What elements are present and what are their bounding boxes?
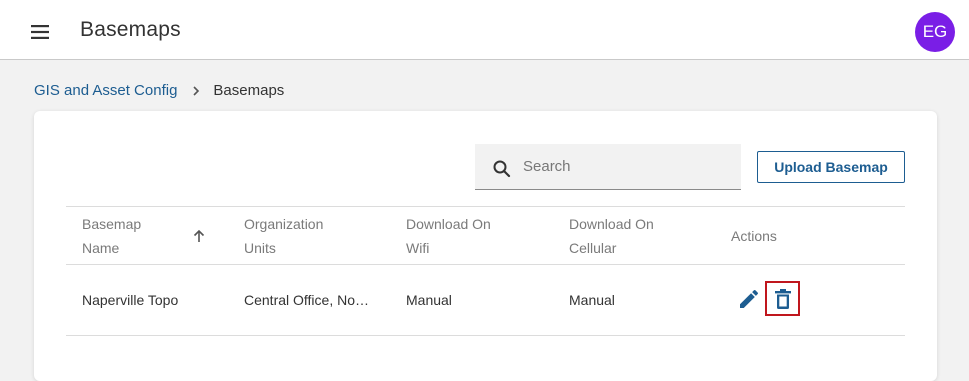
search-icon [493, 160, 511, 177]
column-header-label-line1: Download On [569, 216, 654, 232]
app-bar: Basemaps EG [0, 0, 969, 60]
column-header-basemap-name[interactable]: Basemap Name [82, 207, 205, 265]
basemaps-table: Basemap Name Organization Units Download… [66, 206, 905, 336]
column-header-label-line2: Units [244, 240, 276, 256]
cell-download-wifi: Manual [406, 292, 452, 308]
table-header: Basemap Name Organization Units Download… [66, 206, 905, 265]
cell-basemap-name: Naperville Topo [82, 292, 179, 308]
column-header-label-line1: Download On [406, 216, 491, 232]
column-header-download-cellular: Download On Cellular [569, 207, 689, 265]
column-header-label-line2: Cellular [569, 240, 617, 256]
arrow-up-icon[interactable] [192, 229, 206, 243]
cell-organization-units: Central Office, No… [244, 292, 370, 308]
pencil-icon [740, 289, 759, 308]
breadcrumb: GIS and Asset Config Basemaps [34, 82, 284, 99]
page-title: Basemaps [80, 18, 181, 41]
trash-icon [774, 288, 791, 309]
user-avatar[interactable]: EG [915, 12, 955, 52]
column-header-label-line2: Name [82, 240, 120, 256]
hamburger-menu-button[interactable] [28, 20, 52, 44]
basemaps-card: Upload Basemap Basemap Name Organization… [34, 111, 937, 381]
delete-basemap-button[interactable] [765, 281, 800, 316]
column-header-actions: Actions [731, 207, 851, 265]
hamburger-menu-icon [31, 25, 49, 39]
search-field[interactable] [475, 144, 741, 190]
cell-download-cellular: Manual [569, 292, 615, 308]
column-header-label: Actions [731, 228, 777, 244]
column-header-label-line2: Wifi [406, 240, 430, 256]
column-header-organization-units: Organization Units [244, 207, 364, 265]
upload-basemap-button[interactable]: Upload Basemap [757, 151, 905, 183]
column-header-download-wifi: Download On Wifi [406, 207, 526, 265]
breadcrumb-link-gis-config[interactable]: GIS and Asset Config [34, 82, 177, 99]
column-header-label-line1: Organization [244, 216, 324, 232]
search-input[interactable] [521, 157, 725, 176]
chevron-right-icon [191, 85, 201, 97]
edit-basemap-button[interactable] [737, 287, 761, 311]
column-header-label-line1: Basemap [82, 216, 142, 232]
table-row: Naperville Topo Central Office, No… Manu… [66, 265, 905, 336]
breadcrumb-current: Basemaps [213, 82, 285, 99]
